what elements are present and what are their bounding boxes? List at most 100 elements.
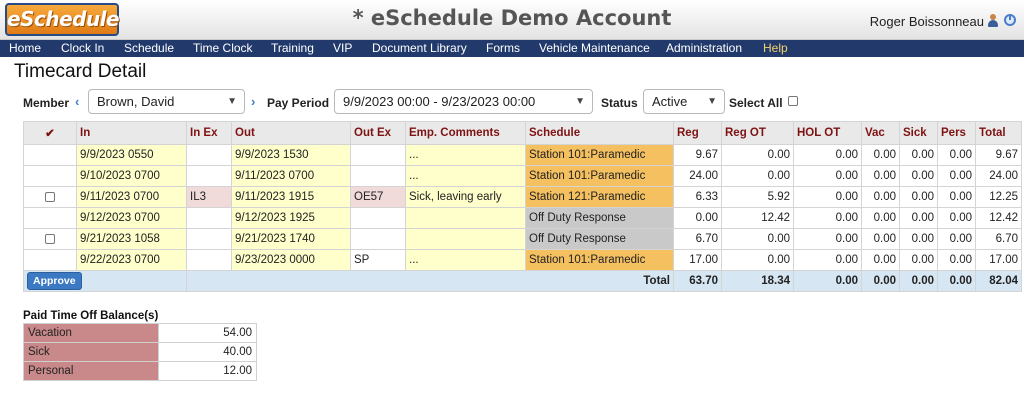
cell-pers: 0.00 (937, 165, 976, 187)
nav-item-help[interactable]: Help (763, 40, 788, 57)
cell-emp-comments[interactable]: ... (405, 144, 526, 166)
chevron-right-icon[interactable]: › (251, 95, 261, 108)
nav-item-vehicle-maintenance[interactable]: Vehicle Maintenance (539, 40, 650, 57)
nav-item-document-library[interactable]: Document Library (372, 40, 467, 57)
total-pers: 0.00 (937, 270, 976, 292)
power-icon[interactable] (1004, 14, 1016, 26)
nav-item-schedule[interactable]: Schedule (124, 40, 174, 57)
cell-sick: 0.00 (899, 207, 938, 229)
status-label: Status (601, 96, 638, 110)
cell-pers: 0.00 (937, 186, 976, 208)
cell-sick: 0.00 (899, 249, 938, 271)
checkmark-icon: ✔ (23, 121, 77, 145)
cell-reg: 17.00 (673, 249, 722, 271)
cell-hol-ot: 0.00 (793, 207, 862, 229)
pto-value: 12.00 (158, 361, 257, 381)
cell-out-ex (350, 228, 406, 250)
col-vac: Vac (861, 121, 900, 145)
approve-button[interactable]: Approve (27, 272, 82, 290)
cell-total: 12.42 (975, 207, 1022, 229)
cell-schedule: Station 101:Paramedic (525, 249, 674, 271)
col-in-ex: In Ex (186, 121, 232, 145)
cell-emp-comments[interactable] (405, 207, 526, 229)
cell-in: 9/12/2023 0700 (76, 207, 187, 229)
nav-item-time-clock[interactable]: Time Clock (193, 40, 253, 57)
main-nav: Home Clock In Schedule Time Clock Traini… (0, 40, 1024, 57)
cell-in-ex (186, 207, 232, 229)
nav-item-vip[interactable]: VIP (333, 40, 352, 57)
pay-period-label: Pay Period (267, 96, 330, 110)
total-reg-ot: 18.34 (721, 270, 794, 292)
row-checkbox-cell (23, 249, 77, 271)
table-row: 9/9/2023 0550 9/9/2023 1530... Station 101… (23, 144, 1022, 166)
user-icon[interactable] (987, 14, 999, 27)
totals-row: Approve Total 63.70 18.34 0.00 0.00 0.00… (23, 270, 1022, 292)
cell-reg: 6.33 (673, 186, 722, 208)
cell-emp-comments[interactable]: Sick, leaving early (405, 186, 526, 208)
row-checkbox-cell (23, 228, 77, 250)
member-select[interactable]: Brown, David ▼ (88, 89, 245, 114)
row-checkbox-cell (23, 144, 77, 166)
cell-in: 9/21/2023 1058 (76, 228, 187, 250)
cell-reg-ot: 12.42 (721, 207, 794, 229)
row-checkbox[interactable] (45, 191, 55, 202)
cell-total: 17.00 (975, 249, 1022, 271)
cell-emp-comments[interactable]: ... (405, 249, 526, 271)
col-reg: Reg (673, 121, 722, 145)
select-all-checkbox[interactable] (788, 96, 798, 106)
cell-reg: 9.67 (673, 144, 722, 166)
nav-item-administration[interactable]: Administration (666, 40, 742, 57)
cell-in: 9/11/2023 0700 (76, 186, 187, 208)
nav-item-clock-in[interactable]: Clock In (61, 40, 104, 57)
nav-item-forms[interactable]: Forms (486, 40, 520, 57)
cell-reg: 0.00 (673, 207, 722, 229)
select-all-label: Select All (729, 96, 783, 110)
table-row: 9/21/2023 1058 9/21/2023 1740 Off Duty Res… (23, 228, 1022, 250)
nav-item-home[interactable]: Home (9, 40, 41, 57)
cell-out: 9/23/2023 0000 (231, 249, 351, 271)
cell-in-ex (186, 144, 232, 166)
cell-out-ex (350, 144, 406, 166)
cell-sick: 0.00 (899, 144, 938, 166)
cell-vac: 0.00 (861, 249, 900, 271)
pay-period-select[interactable]: 9/9/2023 00:00 - 9/23/2023 00:00 ▼ (334, 89, 593, 114)
pto-row: Personal 12.00 (23, 361, 257, 381)
col-out-ex: Out Ex (350, 121, 406, 145)
cell-out-ex (350, 165, 406, 187)
page-title: Timecard Detail (14, 61, 147, 82)
cell-out: 9/9/2023 1530 (231, 144, 351, 166)
cell-out: 9/11/2023 0700 (231, 165, 351, 187)
cell-emp-comments[interactable]: ... (405, 165, 526, 187)
col-pers: Pers (937, 121, 976, 145)
col-hol-ot: HOL OT (793, 121, 862, 145)
status-select[interactable]: Active ▼ (643, 89, 725, 114)
row-checkbox-cell (23, 165, 77, 187)
total-total: 82.04 (975, 270, 1022, 292)
cell-hol-ot: 0.00 (793, 144, 862, 166)
cell-vac: 0.00 (861, 207, 900, 229)
total-sick: 0.00 (899, 270, 938, 292)
nav-item-training[interactable]: Training (271, 40, 314, 57)
pto-value: 40.00 (158, 342, 257, 362)
col-out: Out (231, 121, 351, 145)
pto-label: Personal (23, 361, 159, 381)
cell-vac: 0.00 (861, 186, 900, 208)
cell-in: 9/9/2023 0550 (76, 144, 187, 166)
cell-reg-ot: 0.00 (721, 165, 794, 187)
cell-hol-ot: 0.00 (793, 249, 862, 271)
cell-hol-ot: 0.00 (793, 228, 862, 250)
table-row: 9/10/2023 0700 9/11/2023 0700... Station 1… (23, 165, 1022, 187)
cell-schedule: Off Duty Response (525, 228, 674, 250)
row-checkbox[interactable] (45, 233, 55, 244)
cell-schedule: Station 101:Paramedic (525, 165, 674, 187)
row-checkbox-cell (23, 186, 77, 208)
user-name[interactable]: Roger Boissonneau (870, 14, 984, 29)
table-row: 9/12/2023 0700 9/12/2023 1925 Off Duty Res… (23, 207, 1022, 229)
cell-out-ex (350, 207, 406, 229)
chevron-left-icon[interactable]: ‹ (75, 95, 85, 108)
pto-row: Sick 40.00 (23, 342, 257, 362)
cell-total: 9.67 (975, 144, 1022, 166)
cell-emp-comments[interactable] (405, 228, 526, 250)
cell-total: 6.70 (975, 228, 1022, 250)
cell-out: 9/12/2023 1925 (231, 207, 351, 229)
